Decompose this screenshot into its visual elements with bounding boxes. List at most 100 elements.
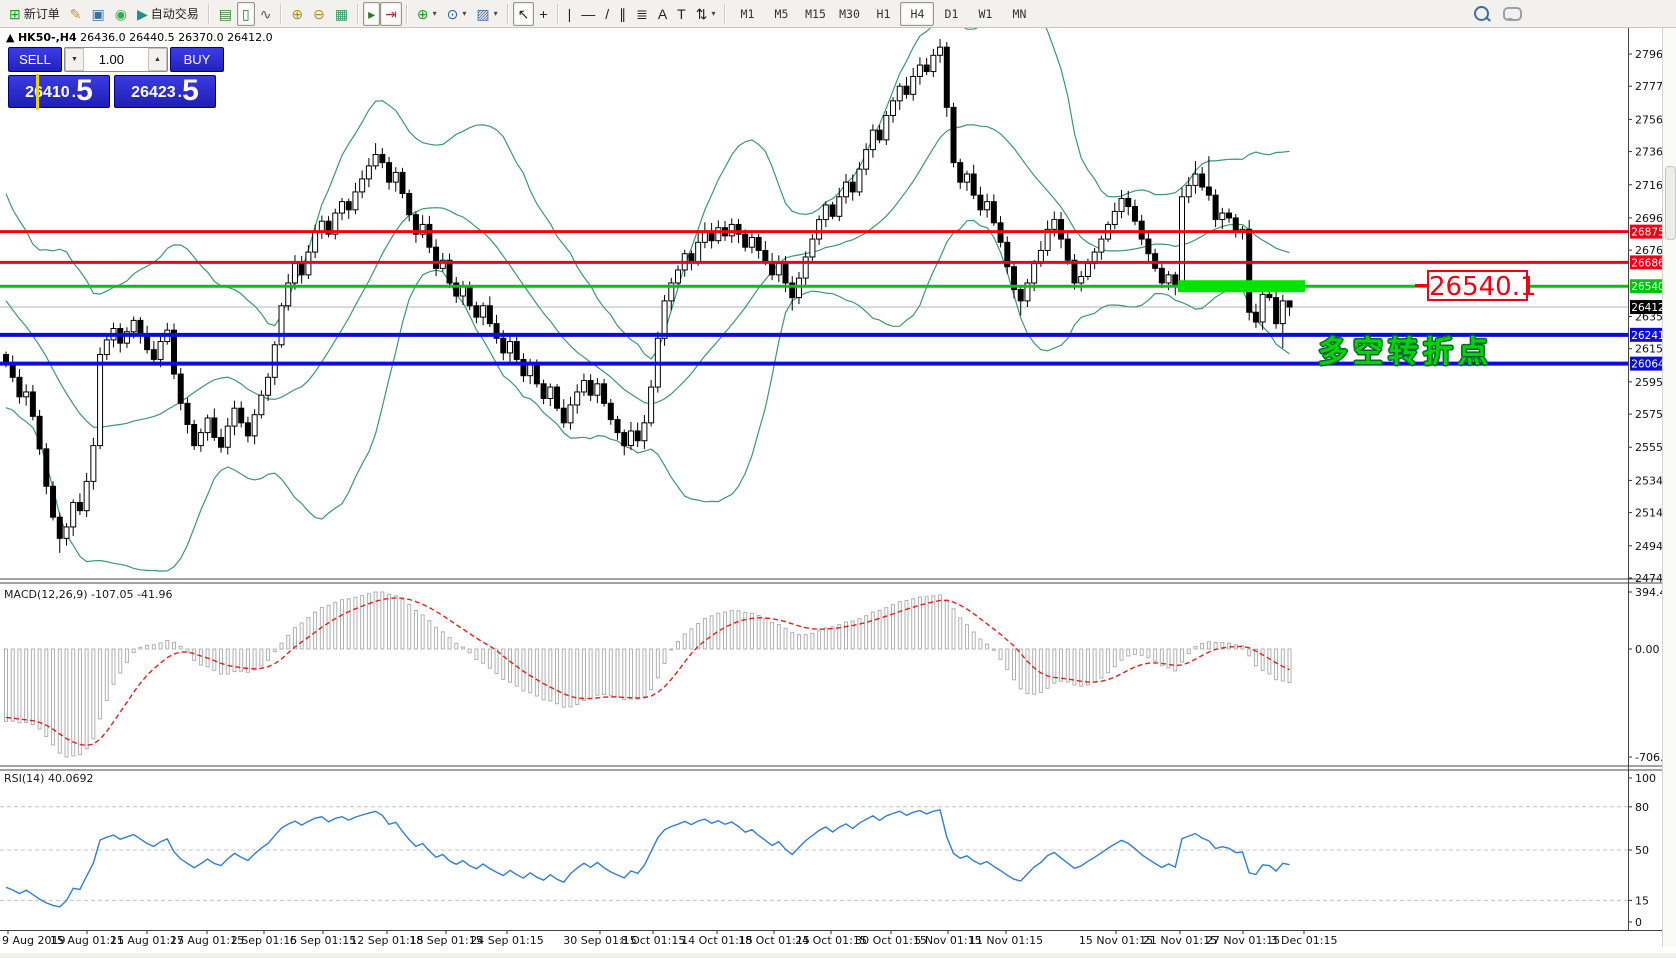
- buy-price-display[interactable]: 26423 . 5: [114, 75, 216, 108]
- window-icon: ▣: [91, 7, 104, 21]
- indicators-button[interactable]: ⊕▾: [412, 2, 442, 26]
- editor-icon: ✎: [70, 7, 82, 21]
- signal-button[interactable]: ◉: [110, 2, 132, 26]
- tab-timeframe-H1[interactable]: H1: [866, 2, 900, 26]
- trendline-button[interactable]: /: [600, 2, 614, 26]
- horizontal-line-button[interactable]: —: [576, 2, 600, 26]
- buy-price-big-digit: 5: [182, 76, 199, 106]
- highlight-zone[interactable]: [1178, 280, 1305, 292]
- sell-button[interactable]: SELL: [8, 47, 62, 72]
- channel-button[interactable]: ∥: [614, 2, 631, 26]
- rsi-value: 40.0692: [48, 772, 94, 785]
- chart-candles-button[interactable]: ▯: [237, 2, 255, 26]
- autoscroll-icon: ▸: [368, 7, 375, 21]
- toolbar-separator: [280, 4, 282, 24]
- chart-bars-button[interactable]: ▤: [214, 2, 237, 26]
- line-chart-icon: ∿: [260, 7, 272, 21]
- arrows-button[interactable]: ⇅▾: [691, 2, 721, 26]
- tab-timeframe-D1[interactable]: D1: [934, 2, 968, 26]
- autotrading-button[interactable]: ▶ 自动交易: [132, 2, 204, 26]
- macd-main-value: -107.05: [91, 588, 133, 601]
- horizontal-line-icon: —: [581, 7, 595, 21]
- macd-indicator-label: MACD(12,26,9) -107.05 -41.96: [4, 588, 172, 601]
- candlestick-icon: ▯: [242, 7, 250, 21]
- sell-price-big-digit: 5: [76, 76, 93, 106]
- tile-windows-button[interactable]: ▦: [330, 2, 353, 26]
- macd-signal-value: -41.96: [137, 588, 172, 601]
- signal-icon: ◉: [115, 7, 127, 21]
- zoom-in-icon: ⊕: [291, 7, 303, 21]
- fibonacci-button[interactable]: ≣: [631, 2, 653, 26]
- arrows-icon: ⇅: [696, 7, 708, 21]
- toolbar-separator: [208, 4, 210, 24]
- tab-timeframe-M15[interactable]: M15: [798, 2, 832, 26]
- text-label-icon: T: [677, 7, 686, 21]
- chat-icon[interactable]: [1503, 7, 1522, 21]
- zoom-in-button[interactable]: ⊕: [286, 2, 308, 26]
- periods-button[interactable]: ⊙▾: [442, 2, 472, 26]
- scrollbar-thumb[interactable]: [1665, 166, 1676, 240]
- tab-timeframe-W1[interactable]: W1: [968, 2, 1002, 26]
- chart-stage[interactable]: 27968.027770.027566.027368.027164.026960…: [0, 0, 1676, 953]
- chevron-down-icon: ▾: [494, 9, 498, 18]
- vertical-scrollbar[interactable]: [1662, 28, 1676, 947]
- toolbar-separator: [357, 4, 359, 24]
- svg-text:6 Sep 01:15: 6 Sep 01:15: [290, 934, 356, 947]
- volume-increase-button[interactable]: ▲: [148, 48, 167, 71]
- symbol-period-label: HK50-,H4: [18, 31, 77, 44]
- crosshair-icon: +: [539, 7, 547, 21]
- svg-text:27 Nov 01:15: 27 Nov 01:15: [1206, 934, 1280, 947]
- cursor-icon: ↖: [518, 7, 530, 21]
- zoom-out-button[interactable]: ⊖: [308, 2, 330, 26]
- chevron-down-icon: ▾: [462, 9, 466, 18]
- buy-button[interactable]: BUY: [170, 47, 224, 72]
- new-order-button[interactable]: ⊞ 新订单: [4, 2, 65, 26]
- templates-icon: ▨: [476, 7, 489, 21]
- channel-icon: ∥: [619, 7, 626, 21]
- autoscroll-button[interactable]: ▸: [363, 2, 380, 26]
- sell-price-main: 26410: [25, 80, 70, 106]
- tab-timeframe-MN[interactable]: MN: [1002, 2, 1036, 26]
- tab-timeframe-M1[interactable]: M1: [730, 2, 764, 26]
- chart-line-button[interactable]: ∿: [255, 2, 277, 26]
- svg-text:8 Oct 01:15: 8 Oct 01:15: [621, 934, 686, 947]
- buy-price-main: 26423: [131, 80, 176, 106]
- toolbar-separator: [406, 4, 408, 24]
- text-button[interactable]: A: [653, 2, 672, 26]
- chart-shift-button[interactable]: ⇥: [380, 2, 402, 26]
- clock-icon: ⊙: [447, 7, 459, 21]
- svg-text:11 Nov 01:15: 11 Nov 01:15: [969, 934, 1043, 947]
- chevron-down-icon: ▾: [433, 9, 437, 18]
- zoom-out-icon: ⊖: [313, 7, 325, 21]
- volume-decrease-button[interactable]: ▼: [65, 48, 84, 71]
- price-chart-svg[interactable]: 27968.027770.027566.027368.027164.026960…: [0, 0, 1676, 953]
- cursor-button[interactable]: ↖: [513, 2, 535, 26]
- price-annotation-box[interactable]: 26540.1: [1427, 270, 1528, 301]
- crosshair-button[interactable]: +: [534, 2, 552, 26]
- svg-text:0.00: 0.00: [1635, 643, 1660, 656]
- chart-shift-icon: ⇥: [385, 7, 397, 21]
- collapse-triangle-icon[interactable]: ▲: [6, 31, 14, 44]
- tab-timeframe-M5[interactable]: M5: [764, 2, 798, 26]
- new-order-label: 新订单: [24, 5, 60, 22]
- metaeditor-button[interactable]: ✎: [65, 2, 87, 26]
- volume-stepper: ▼ 1.00 ▲: [64, 47, 168, 72]
- turning-point-annotation[interactable]: 多空转折点: [1318, 327, 1493, 371]
- text-label-button[interactable]: T: [672, 2, 691, 26]
- vertical-line-icon: |: [568, 7, 572, 21]
- trendline-icon: /: [605, 7, 609, 21]
- chevron-down-icon: ▾: [711, 9, 715, 18]
- vertical-line-button[interactable]: |: [563, 2, 577, 26]
- data-window-button[interactable]: ▣: [86, 2, 109, 26]
- tab-timeframe-M30[interactable]: M30: [832, 2, 866, 26]
- tab-timeframe-H4[interactable]: H4: [900, 2, 934, 26]
- svg-text:80: 80: [1635, 801, 1649, 814]
- templates-button[interactable]: ▨▾: [471, 2, 502, 26]
- sell-price-display[interactable]: 26410 . 5: [8, 75, 110, 108]
- search-icon[interactable]: [1474, 6, 1489, 21]
- text-icon: A: [658, 7, 667, 21]
- volume-input[interactable]: 1.00: [84, 48, 148, 71]
- ohlc-values: 26436.0 26440.5 26370.0 26412.0: [80, 31, 272, 44]
- new-order-icon: ⊞: [9, 7, 21, 21]
- svg-text:50: 50: [1635, 844, 1649, 857]
